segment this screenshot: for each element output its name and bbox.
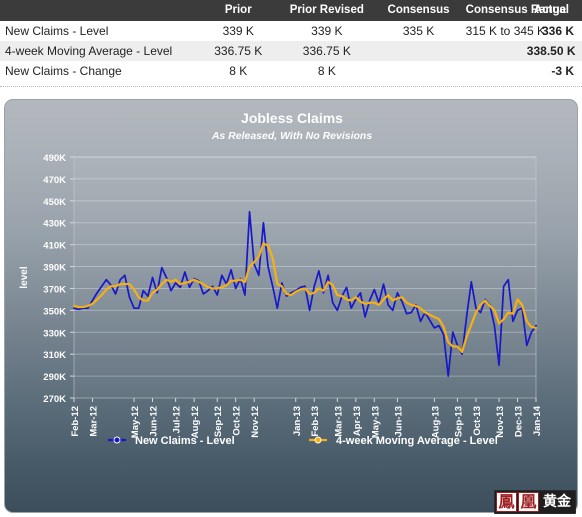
- legend-item-new-claims[interactable]: New Claims - Level: [108, 435, 235, 447]
- chart-panel: Jobless Claims As Released, With No Revis…: [4, 99, 578, 513]
- table-row: New Claims - Level 339 K 339 K 335 K 315…: [0, 21, 582, 41]
- legend-marker: [314, 436, 322, 444]
- y-axis-tick-label: 390K: [43, 263, 66, 274]
- x-axis-tick-label: Sep-12: [213, 406, 224, 437]
- table-header-row: Prior Prior Revised Consensus Consensus …: [0, 0, 582, 21]
- cell-consensus: [377, 61, 460, 81]
- y-axis-tick-label: 310K: [43, 350, 66, 361]
- y-axis-tick-label: 350K: [43, 306, 66, 317]
- cell-consensus-range: [459, 61, 521, 81]
- column-header-consensus-range: Consensus Range: [459, 0, 566, 21]
- cell-prior: 336.75 K: [200, 41, 277, 61]
- watermark: 鳳 凰 黄金: [494, 490, 576, 514]
- x-axis-tick-label: Aug-13: [430, 406, 441, 438]
- x-axis-tick-label: Dec-13: [514, 406, 525, 437]
- x-axis-tick-label: Mar-13: [333, 406, 344, 437]
- column-header-consensus: Consensus: [377, 0, 460, 21]
- y-axis-tick-label: 430K: [43, 219, 66, 230]
- jobless-claims-chart: Jobless Claims As Released, With No Revis…: [19, 110, 543, 447]
- y-axis-tick-label: 410K: [43, 241, 66, 252]
- x-axis-tick-label: Jan-14: [532, 405, 543, 436]
- legend-item-moving-average[interactable]: 4-week Moving Average - Level: [309, 435, 498, 447]
- y-axis-label: level: [19, 266, 30, 288]
- chart-title: Jobless Claims: [241, 110, 343, 126]
- cell-prior: 339 K: [200, 21, 277, 41]
- x-axis-tick-label: Feb-13: [310, 406, 321, 437]
- cell-consensus: 335 K: [377, 21, 460, 41]
- jobless-claims-report: Prior Prior Revised Consensus Consensus …: [0, 0, 582, 517]
- cell-consensus-range: [459, 41, 521, 61]
- x-axis-tick-label: Nov-12: [250, 406, 261, 438]
- x-axis-tick-label: Oct-12: [232, 406, 243, 436]
- cell-prior-revised: 339 K: [276, 21, 378, 41]
- x-axis-tick-label: Oct-13: [472, 406, 483, 436]
- y-axis-tick-label: 330K: [43, 328, 66, 339]
- cell-consensus-range: 315 K to 345 K: [459, 21, 545, 41]
- y-axis-tick-label: 370K: [43, 284, 66, 295]
- table-body: New Claims - Level 339 K 339 K 335 K 315…: [0, 21, 582, 81]
- x-axis-tick-label: Apr-13: [352, 406, 363, 436]
- cell-prior-revised: 336.75 K: [276, 41, 378, 61]
- y-axis-tick-label: 290K: [43, 372, 66, 383]
- y-axis-tick-label: 450K: [43, 197, 66, 208]
- column-header-prior: Prior: [200, 0, 277, 21]
- cell-actual: 338.50 K: [520, 41, 582, 61]
- cell-metric: New Claims - Level: [0, 21, 201, 41]
- x-axis-tick-label: Jan-13: [292, 406, 303, 436]
- x-axis-tick-label: Jun-12: [149, 406, 160, 437]
- legend-label: New Claims - Level: [135, 435, 235, 447]
- x-axis-tick-label: May-13: [370, 406, 381, 438]
- table-header: Prior Prior Revised Consensus Consensus …: [0, 0, 582, 21]
- y-axis-tick-label: 490K: [43, 153, 66, 164]
- x-axis-tick-label: Mar-12: [88, 406, 99, 437]
- legend-label: 4-week Moving Average - Level: [336, 435, 498, 447]
- x-axis-tick-label: May-12: [130, 406, 141, 438]
- x-axis-tick-label: Aug-12: [190, 406, 201, 438]
- x-axis-tick-label: Nov-13: [495, 406, 506, 438]
- watermark-char-feng: 鳳: [496, 492, 517, 512]
- x-axis-tick-label: Sep-13: [453, 406, 464, 437]
- y-axis-tick-label: 470K: [43, 175, 66, 186]
- x-axis-tick-label: Jun-13: [393, 406, 404, 437]
- x-axis-tick-label: Jul-12: [172, 406, 183, 433]
- legend-marker: [113, 436, 121, 444]
- table-row: 4-week Moving Average - Level 336.75 K 3…: [0, 41, 582, 61]
- cell-consensus: [377, 41, 460, 61]
- x-axis-tick-label: Feb-12: [70, 406, 81, 437]
- watermark-gold-text: 黄金: [543, 494, 571, 510]
- cell-prior-revised: 8 K: [276, 61, 378, 81]
- chart-subtitle: As Released, With No Revisions: [211, 130, 373, 142]
- y-axis-tick-label: 270K: [43, 394, 66, 405]
- watermark-char-huang: 凰: [518, 492, 539, 512]
- summary-table: Prior Prior Revised Consensus Consensus …: [0, 0, 582, 81]
- cell-metric: 4-week Moving Average - Level: [0, 41, 201, 61]
- column-header-metric: [0, 0, 201, 21]
- cell-prior: 8 K: [200, 61, 277, 81]
- table-row: New Claims - Change 8 K 8 K -3 K: [0, 61, 582, 81]
- table-chart-divider: [0, 86, 582, 87]
- column-header-prior-revised: Prior Revised: [276, 0, 378, 21]
- plot-area: [73, 156, 537, 399]
- cell-metric: New Claims - Change: [0, 61, 201, 81]
- cell-actual: -3 K: [520, 61, 582, 81]
